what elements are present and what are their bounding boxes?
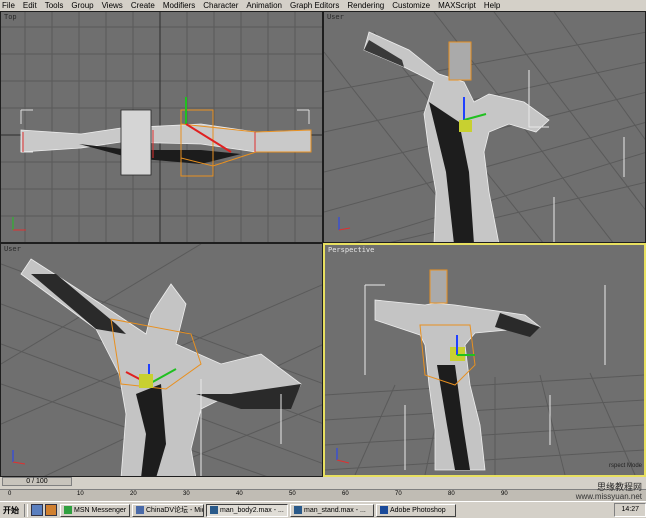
track-tick: 40: [236, 491, 243, 497]
track-tick: 50: [289, 491, 296, 497]
time-slider[interactable]: 0 / 100: [2, 477, 72, 486]
menu-customize[interactable]: Customize: [388, 0, 434, 11]
menu-file[interactable]: File: [0, 0, 19, 11]
perspective-mode-label: rspect Mode: [608, 463, 642, 469]
task-label: MSN Messenger: [74, 506, 127, 514]
viewport-user-top-right-canvas: [324, 12, 645, 242]
time-bar: [0, 477, 646, 488]
task-man-body2[interactable]: man_body2.max - ...: [206, 503, 288, 517]
start-label: 开始: [3, 505, 19, 515]
menu-modifiers[interactable]: Modifiers: [159, 0, 199, 11]
task-label: man_body2.max - ...: [220, 506, 284, 514]
task-man-stand[interactable]: man_stand.max - ...: [290, 503, 374, 517]
menu-help[interactable]: Help: [480, 0, 504, 11]
track-tick: 90: [501, 491, 508, 497]
track-tick: 60: [342, 491, 349, 497]
track-tick: 30: [183, 491, 190, 497]
watermark-title: 思缘教程网: [596, 482, 642, 492]
menu-views[interactable]: Views: [98, 0, 127, 11]
menu-group[interactable]: Group: [67, 0, 97, 11]
viewport-user-bottom-left-label[interactable]: User: [4, 245, 21, 253]
menu-bar: File Edit Tools Group Views Create Modif…: [0, 0, 646, 11]
viewport-user-bottom-left-canvas: [1, 244, 322, 476]
track-tick: 10: [77, 491, 84, 497]
menu-maxscript[interactable]: MAXScript: [434, 0, 480, 11]
track-tick: 20: [130, 491, 137, 497]
task-chinadv-forum[interactable]: ChinaDV论坛 - Mic...: [132, 503, 204, 517]
viewport-user-bottom-left[interactable]: User: [0, 243, 323, 477]
task-adobe-photoshop[interactable]: Adobe Photoshop: [376, 503, 456, 517]
menu-rendering[interactable]: Rendering: [343, 0, 388, 11]
start-button[interactable]: 开始: [0, 504, 22, 517]
browser-icon: [136, 506, 144, 514]
quicklaunch-icon[interactable]: [45, 504, 57, 516]
track-tick: 80: [448, 491, 455, 497]
viewport-perspective-canvas: [325, 269, 644, 475]
viewport-top[interactable]: Top: [0, 11, 323, 243]
viewport-top-label[interactable]: Top: [4, 13, 17, 21]
menu-edit[interactable]: Edit: [19, 0, 41, 11]
watermark: 思缘教程网 www.missyuan.net: [576, 482, 642, 502]
track-tick: 70: [395, 491, 402, 497]
quicklaunch-icon[interactable]: [31, 504, 43, 516]
max-icon: [210, 506, 218, 514]
msn-icon: [64, 506, 72, 514]
menu-tools[interactable]: Tools: [41, 0, 68, 11]
track-tick: 0: [8, 491, 12, 497]
viewport-top-canvas: [1, 12, 322, 242]
clock: 14:27: [614, 503, 646, 517]
task-msn-messenger[interactable]: MSN Messenger: [60, 503, 130, 517]
menu-animation[interactable]: Animation: [242, 0, 286, 11]
menu-graph-editors[interactable]: Graph Editors: [286, 0, 343, 11]
viewport-perspective[interactable]: Perspective rspect Mode: [323, 243, 646, 477]
task-label: ChinaDV论坛 - Mic...: [146, 506, 203, 514]
viewport-user-top-right[interactable]: User: [323, 11, 646, 243]
viewport-user-top-right-label[interactable]: User: [327, 13, 344, 21]
menu-character[interactable]: Character: [199, 0, 242, 11]
taskbar: 开始 MSN Messenger ChinaDV论坛 - Mic... man_…: [0, 501, 646, 518]
task-label: man_stand.max - ...: [304, 506, 366, 514]
menu-create[interactable]: Create: [127, 0, 159, 11]
max-icon: [294, 506, 302, 514]
viewport-perspective-label[interactable]: Perspective: [328, 246, 374, 254]
taskbar-separator: [24, 503, 28, 517]
task-label: Adobe Photoshop: [390, 506, 446, 514]
photoshop-icon: [380, 506, 388, 514]
